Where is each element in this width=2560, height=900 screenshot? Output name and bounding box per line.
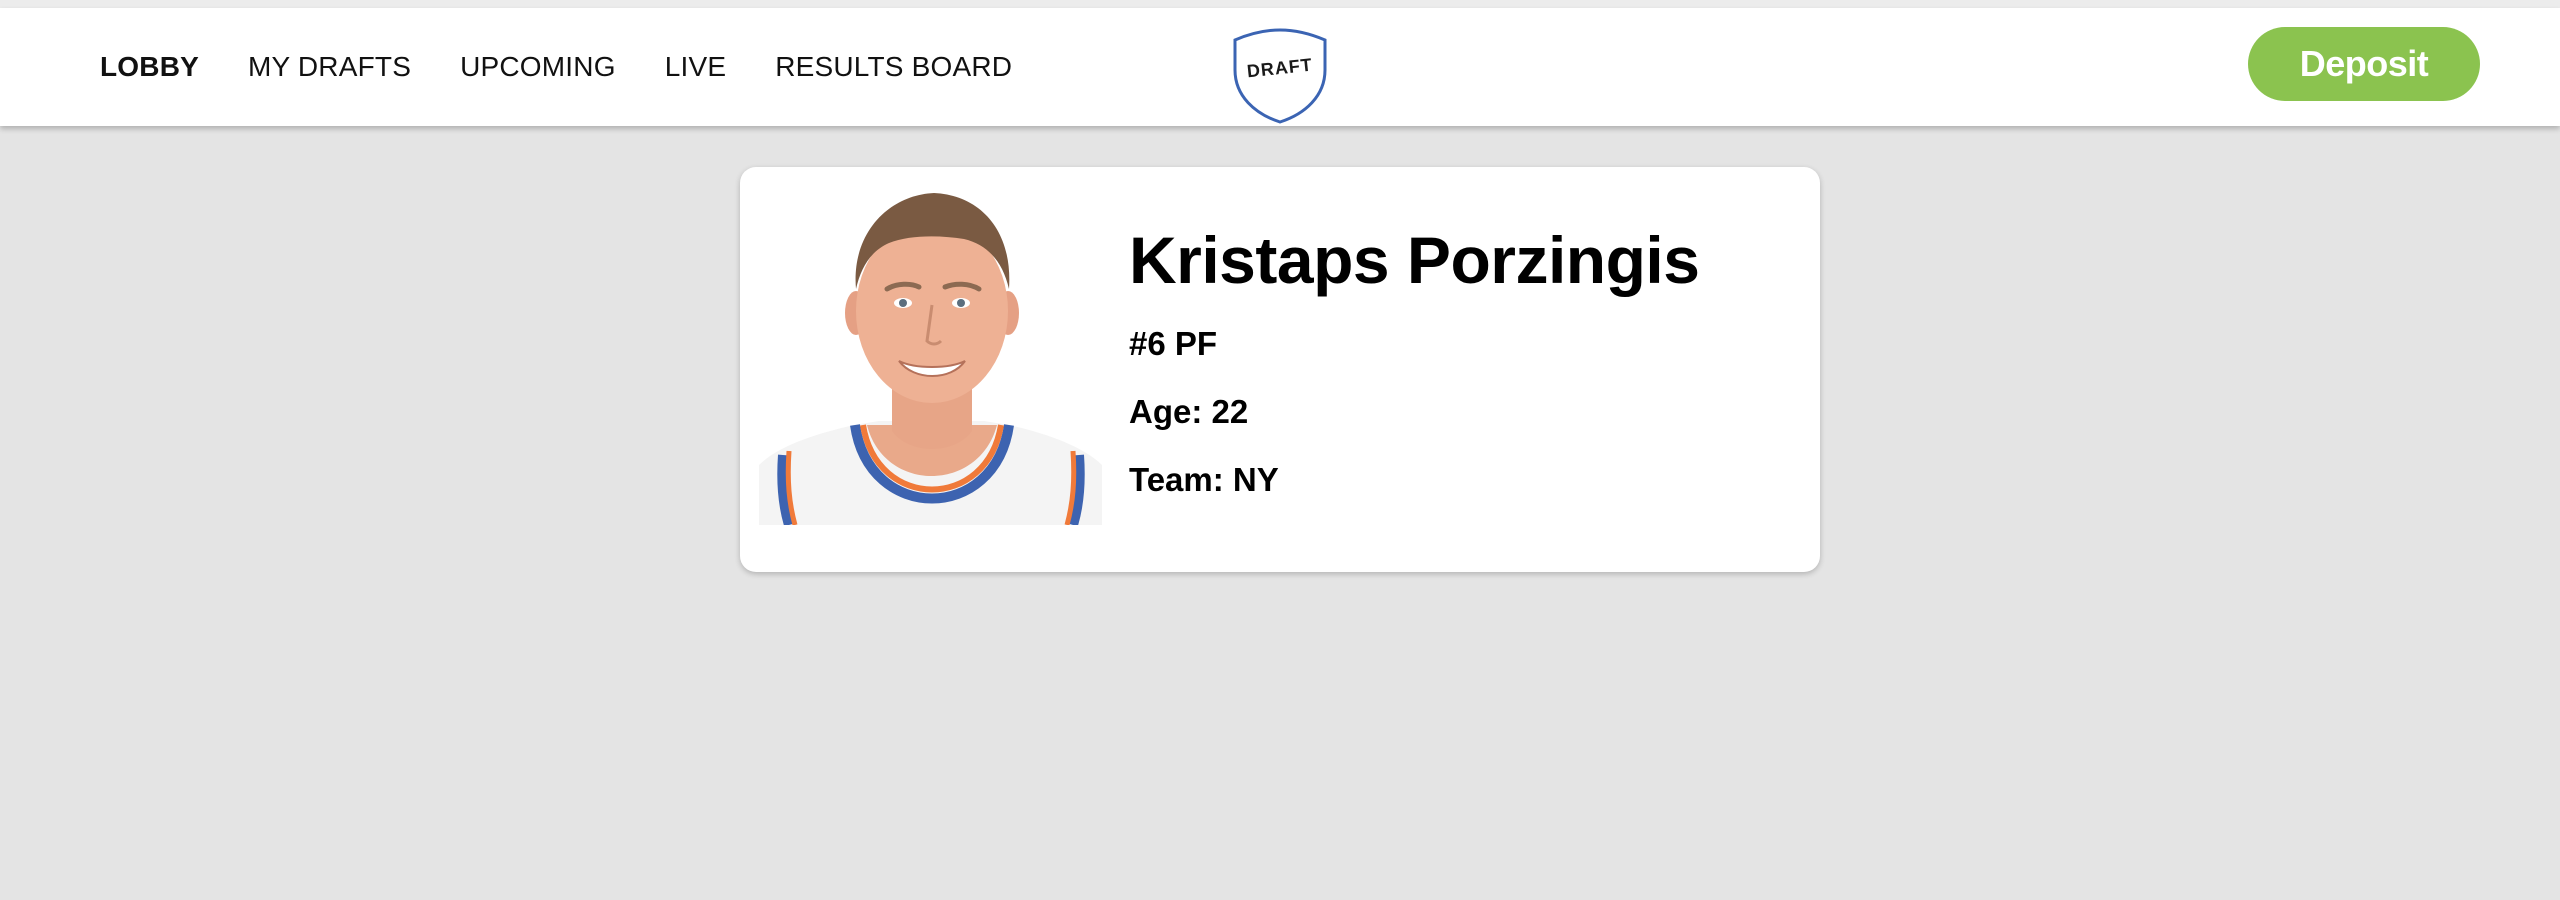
nav-link-results-board[interactable]: RESULTS BOARD (775, 51, 1012, 83)
player-name: Kristaps Porzingis (1129, 223, 1700, 297)
player-age: Age: 22 (1129, 393, 1249, 430)
player-portrait-image (759, 193, 1102, 525)
top-navbar: LOBBY MY DRAFTS UPCOMING LIVE RESULTS BO… (0, 8, 2560, 126)
nav-link-my-drafts[interactable]: MY DRAFTS (248, 51, 411, 83)
nav-link-lobby[interactable]: LOBBY (100, 51, 199, 83)
player-number-position: #6 PF (1129, 325, 1218, 362)
deposit-button[interactable]: Deposit (2248, 27, 2480, 101)
player-team: Team: NY (1129, 461, 1279, 498)
player-info: Kristaps Porzingis #6 PF Age: 22 Team: N… (1129, 223, 1700, 498)
browser-top-strip (0, 0, 2560, 8)
draft-logo-shield-icon[interactable]: DRAFT (1229, 24, 1331, 126)
nav-link-live[interactable]: LIVE (665, 51, 727, 83)
nav-link-upcoming[interactable]: UPCOMING (460, 51, 616, 83)
player-card: Kristaps Porzingis #6 PF Age: 22 Team: N… (740, 167, 1820, 572)
player-photo (759, 193, 1102, 525)
main-nav: LOBBY MY DRAFTS UPCOMING LIVE RESULTS BO… (100, 8, 1012, 126)
